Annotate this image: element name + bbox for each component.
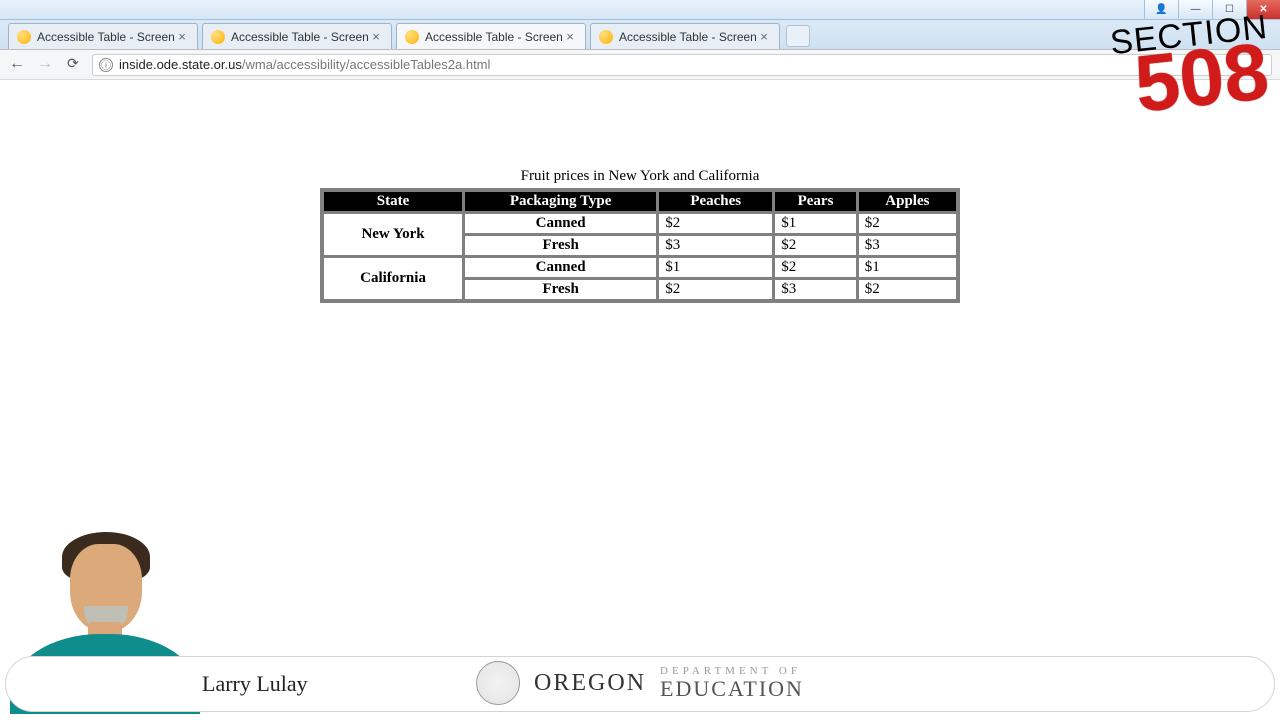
th-apples: Apples xyxy=(858,191,957,212)
tab-favicon-icon xyxy=(17,30,31,44)
td-pears: $2 xyxy=(774,257,857,278)
window-close-button[interactable]: ✕ xyxy=(1246,0,1280,19)
td-packaging: Fresh xyxy=(464,235,657,256)
tab-title: Accessible Table - Screen xyxy=(231,30,369,44)
tab-title: Accessible Table - Screen xyxy=(619,30,757,44)
tab-favicon-icon xyxy=(211,30,225,44)
td-peaches: $2 xyxy=(658,279,773,300)
tab-close-button[interactable]: × xyxy=(757,29,771,44)
tab-title: Accessible Table - Screen xyxy=(37,30,175,44)
tab-favicon-icon xyxy=(599,30,613,44)
td-peaches: $3 xyxy=(658,235,773,256)
th-packaging: Packaging Type xyxy=(464,191,657,212)
organization-logo: OREGON DEPARTMENT OF EDUCATION xyxy=(476,661,804,705)
tab-close-button[interactable]: × xyxy=(175,29,189,44)
url-path: /wma/accessibility/accessibleTables2a.ht… xyxy=(242,57,491,72)
td-apples: $2 xyxy=(858,213,957,234)
tab-close-button[interactable]: × xyxy=(563,29,577,44)
th-state: State xyxy=(323,191,463,212)
back-button[interactable]: ← xyxy=(8,56,26,74)
tab-favicon-icon xyxy=(405,30,419,44)
fruit-prices-table: State Packaging Type Peaches Pears Apple… xyxy=(320,188,960,303)
browser-tab[interactable]: Accessible Table - Screen× xyxy=(202,23,392,49)
browser-tab[interactable]: Accessible Table - Screen× xyxy=(590,23,780,49)
new-tab-button[interactable] xyxy=(786,25,810,47)
th-pears: Pears xyxy=(774,191,857,212)
browser-toolbar: ← → ⟳ ⓘ inside.ode.state.or.us /wma/acce… xyxy=(0,50,1280,80)
td-state: California xyxy=(323,257,463,300)
table-row: CaliforniaCanned$1$2$1 xyxy=(323,257,957,278)
td-pears: $2 xyxy=(774,235,857,256)
td-apples: $1 xyxy=(858,257,957,278)
td-peaches: $1 xyxy=(658,257,773,278)
window-user-button[interactable]: 👤 xyxy=(1144,0,1178,19)
td-pears: $3 xyxy=(774,279,857,300)
td-packaging: Canned xyxy=(464,213,657,234)
url-bar[interactable]: ⓘ inside.ode.state.or.us /wma/accessibil… xyxy=(92,54,1272,76)
url-host: inside.ode.state.or.us xyxy=(119,57,242,72)
window-minimize-button[interactable]: — xyxy=(1178,0,1212,19)
presenter-name: Larry Lulay xyxy=(202,671,308,697)
tab-title: Accessible Table - Screen xyxy=(425,30,563,44)
forward-button[interactable]: → xyxy=(36,56,54,74)
table-row: New YorkCanned$2$1$2 xyxy=(323,213,957,234)
window-maximize-button[interactable]: ☐ xyxy=(1212,0,1246,19)
table-caption: Fruit prices in New York and California xyxy=(0,168,1280,185)
td-packaging: Canned xyxy=(464,257,657,278)
lower-third-bar: Larry Lulay OREGON DEPARTMENT OF EDUCATI… xyxy=(5,656,1275,712)
th-peaches: Peaches xyxy=(658,191,773,212)
td-pears: $1 xyxy=(774,213,857,234)
reload-button[interactable]: ⟳ xyxy=(64,56,82,74)
td-packaging: Fresh xyxy=(464,279,657,300)
browser-tab[interactable]: Accessible Table - Screen× xyxy=(396,23,586,49)
browser-tab[interactable]: Accessible Table - Screen× xyxy=(8,23,198,49)
table-header-row: State Packaging Type Peaches Pears Apple… xyxy=(323,191,957,212)
td-apples: $3 xyxy=(858,235,957,256)
tab-close-button[interactable]: × xyxy=(369,29,383,44)
td-state: New York xyxy=(323,213,463,256)
browser-tab-strip: Accessible Table - Screen×Accessible Tab… xyxy=(0,20,1280,50)
window-titlebar: 👤 — ☐ ✕ xyxy=(0,0,1280,20)
state-seal-icon xyxy=(476,661,520,705)
site-info-icon[interactable]: ⓘ xyxy=(99,58,113,72)
org-state: OREGON xyxy=(534,670,646,697)
td-peaches: $2 xyxy=(658,213,773,234)
org-line2: EDUCATION xyxy=(660,677,804,700)
td-apples: $2 xyxy=(858,279,957,300)
